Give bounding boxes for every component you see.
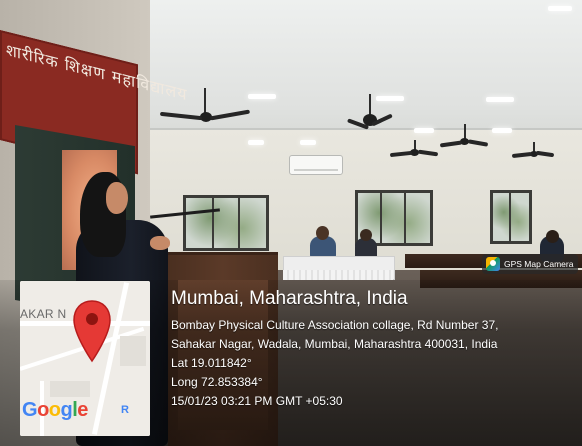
ceiling-light bbox=[414, 128, 434, 133]
address-line-2: Sahakar Nagar, Wadala, Mumbai, Maharasht… bbox=[171, 337, 498, 351]
map-suffix: R bbox=[121, 404, 129, 416]
address-line-1: Bombay Physical Culture Association coll… bbox=[171, 318, 499, 332]
map-thumbnail: AKAR N Google R bbox=[20, 281, 150, 436]
speaker-face bbox=[106, 182, 128, 214]
map-street-label: AKAR N bbox=[20, 307, 67, 321]
badge-label: GPS Map Camera bbox=[504, 259, 574, 269]
ceiling-light bbox=[300, 140, 316, 145]
person-head bbox=[316, 226, 329, 240]
person-head bbox=[546, 230, 559, 243]
air-conditioner bbox=[289, 155, 343, 175]
ceiling-light bbox=[486, 97, 514, 102]
gps-map-camera-icon bbox=[486, 257, 500, 271]
person-head bbox=[360, 229, 372, 241]
longitude: Long 72.853384° bbox=[171, 375, 263, 389]
latitude: Lat 19.011842° bbox=[171, 356, 252, 370]
speaker-hand bbox=[150, 236, 170, 250]
window bbox=[490, 190, 532, 244]
ceiling-light bbox=[548, 6, 572, 11]
ceiling-fan bbox=[389, 140, 440, 162]
window bbox=[183, 195, 269, 251]
map-pin-icon bbox=[73, 300, 111, 363]
gps-map-camera-badge: GPS Map Camera bbox=[482, 254, 578, 274]
google-logo: Google bbox=[22, 399, 88, 421]
ceiling-light bbox=[248, 140, 264, 145]
ceiling-light bbox=[492, 128, 512, 133]
table-cloth bbox=[283, 270, 393, 280]
geotagged-photo: शारीरिक शिक्षण महाविद्यालय GPS Map Camer… bbox=[0, 0, 582, 446]
ceiling-fan bbox=[511, 142, 556, 162]
location-title: Mumbai, Maharashtra, India bbox=[171, 288, 408, 309]
ceiling-fan bbox=[345, 94, 395, 134]
location-info: Mumbai, Maharashtra, India Bombay Physic… bbox=[171, 288, 579, 411]
ceiling-light bbox=[248, 94, 276, 99]
timestamp: 15/01/23 03:21 PM GMT +05:30 bbox=[171, 394, 343, 408]
ceiling-fan bbox=[439, 124, 490, 152]
